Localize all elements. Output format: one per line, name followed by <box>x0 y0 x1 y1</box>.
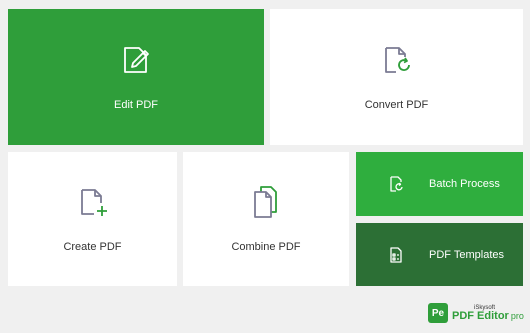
convert-pdf-tile[interactable]: Convert PDF <box>270 9 523 145</box>
batch-process-label: Batch Process <box>429 178 500 190</box>
combine-pdf-label: Combine PDF <box>231 241 301 253</box>
document-add-icon <box>76 185 110 219</box>
document-edit-icon <box>119 43 153 77</box>
brand-edition: pro <box>510 310 524 321</box>
document-convert-icon <box>380 43 414 77</box>
pdf-templates-tile[interactable]: PDF Templates <box>356 223 523 286</box>
app-logo-icon: Pe <box>428 303 448 323</box>
pdf-templates-label: PDF Templates <box>429 248 504 261</box>
convert-pdf-label: Convert PDF <box>364 99 429 111</box>
brand-logo: Pe iSkysoft PDF Editor pro <box>428 301 524 325</box>
edit-pdf-label: Edit PDF <box>113 99 158 111</box>
documents-stack-icon <box>249 185 283 219</box>
combine-pdf-tile[interactable]: Combine PDF <box>183 152 349 286</box>
template-document-icon <box>387 246 405 264</box>
brand-product-name: PDF Editor <box>452 309 509 322</box>
batch-refresh-icon <box>387 175 405 193</box>
create-pdf-tile[interactable]: Create PDF <box>8 152 177 286</box>
batch-process-tile[interactable]: Batch Process <box>356 152 523 216</box>
edit-pdf-tile[interactable]: Edit PDF <box>8 9 264 145</box>
create-pdf-label: Create PDF <box>63 241 122 253</box>
brand-product: PDF Editor pro <box>452 309 524 322</box>
